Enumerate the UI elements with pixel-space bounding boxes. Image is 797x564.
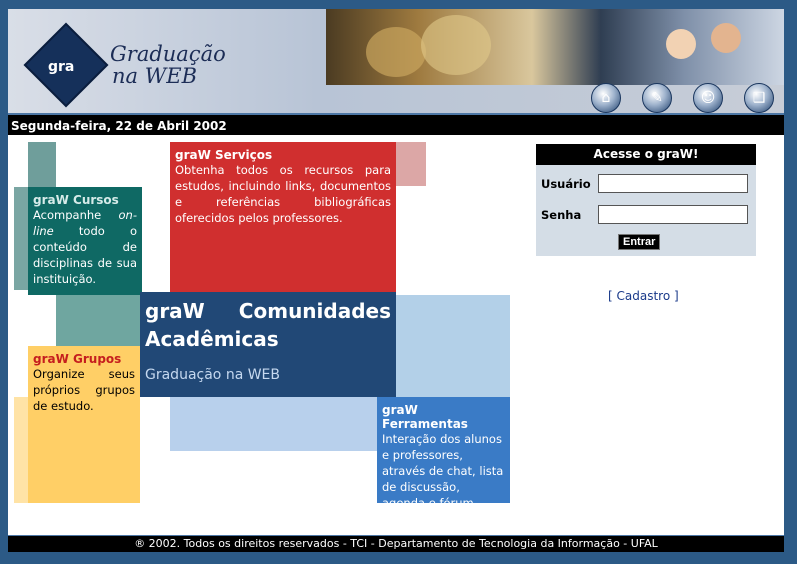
logo-mark: gra [48,59,75,75]
cadastro-link[interactable]: [ Cadastro ] [608,289,679,303]
deco-block [396,295,510,404]
page-frame: gra Graduação na WEB ⌂ ✎ ☺ ❑ Segunda-fei… [8,9,784,552]
box-servicos[interactable]: graW Serviços Obtenha todos os recursos … [170,142,396,292]
logo-title[interactable]: Graduação na WEB [110,43,226,87]
password-input[interactable] [598,205,748,224]
header-photo [326,9,784,85]
box-grupos[interactable]: graW Grupos Organize seus próprios grupo… [28,346,140,503]
box-cursos[interactable]: graW Cursos Acompanhe on-line todo o con… [28,187,142,295]
box-ferramentas[interactable]: graW Ferramentas Interação dos alunos e … [377,397,510,510]
date-bar: Segunda-feira, 22 de Abril 2002 [8,113,784,135]
comunidades-title: graW Comunidades Acadêmicas [145,299,391,351]
login-panel: Acesse o graW! Usuário Senha Entrar [536,144,756,256]
logo-line2: na WEB [112,64,198,88]
comunidades-subtitle: Graduação na WEB [145,367,281,383]
login-title: Acesse o graW! [536,144,756,165]
home-icon[interactable]: ⌂ [591,83,621,113]
deco-block [56,290,140,346]
box-comunidades[interactable]: graW Comunidades Acadêmicas Graduação na… [140,292,396,397]
servicos-title: graW Serviços [175,148,273,162]
login-button[interactable]: Entrar [618,234,661,250]
header-banner: gra Graduação na WEB ⌂ ✎ ☺ ❑ [8,9,784,113]
ferramentas-title: graW Ferramentas [382,403,468,431]
logo-line1: Graduação [110,42,226,66]
footer: ® 2002. Todos os direitos reservados - T… [8,535,784,552]
edit-icon[interactable]: ✎ [642,83,672,113]
grupos-title: graW Grupos [33,352,122,366]
toolbar: ⌂ ✎ ☺ ❑ [591,83,774,113]
deco-block [28,142,56,190]
main-content: graW Serviços Obtenha todos os recursos … [8,135,784,535]
deco-block [14,187,28,290]
deco-block [396,142,426,186]
password-label: Senha [541,208,582,222]
deco-block [170,397,377,451]
username-input[interactable] [598,174,748,193]
grupos-text: Organize seus próprios grupos de estudo. [33,367,135,413]
user-icon[interactable]: ☺ [693,83,723,113]
book-icon[interactable]: ❑ [744,83,774,113]
cursos-title: graW Cursos [33,193,119,207]
deco-block [14,397,28,503]
cursos-text: Acompanhe on-line todo o conteúdo de dis… [33,208,137,286]
username-label: Usuário [541,177,591,191]
servicos-text: Obtenha todos os recursos para estudos, … [175,163,391,225]
ferramentas-text: Interação dos alunos e professores, atra… [382,432,504,510]
